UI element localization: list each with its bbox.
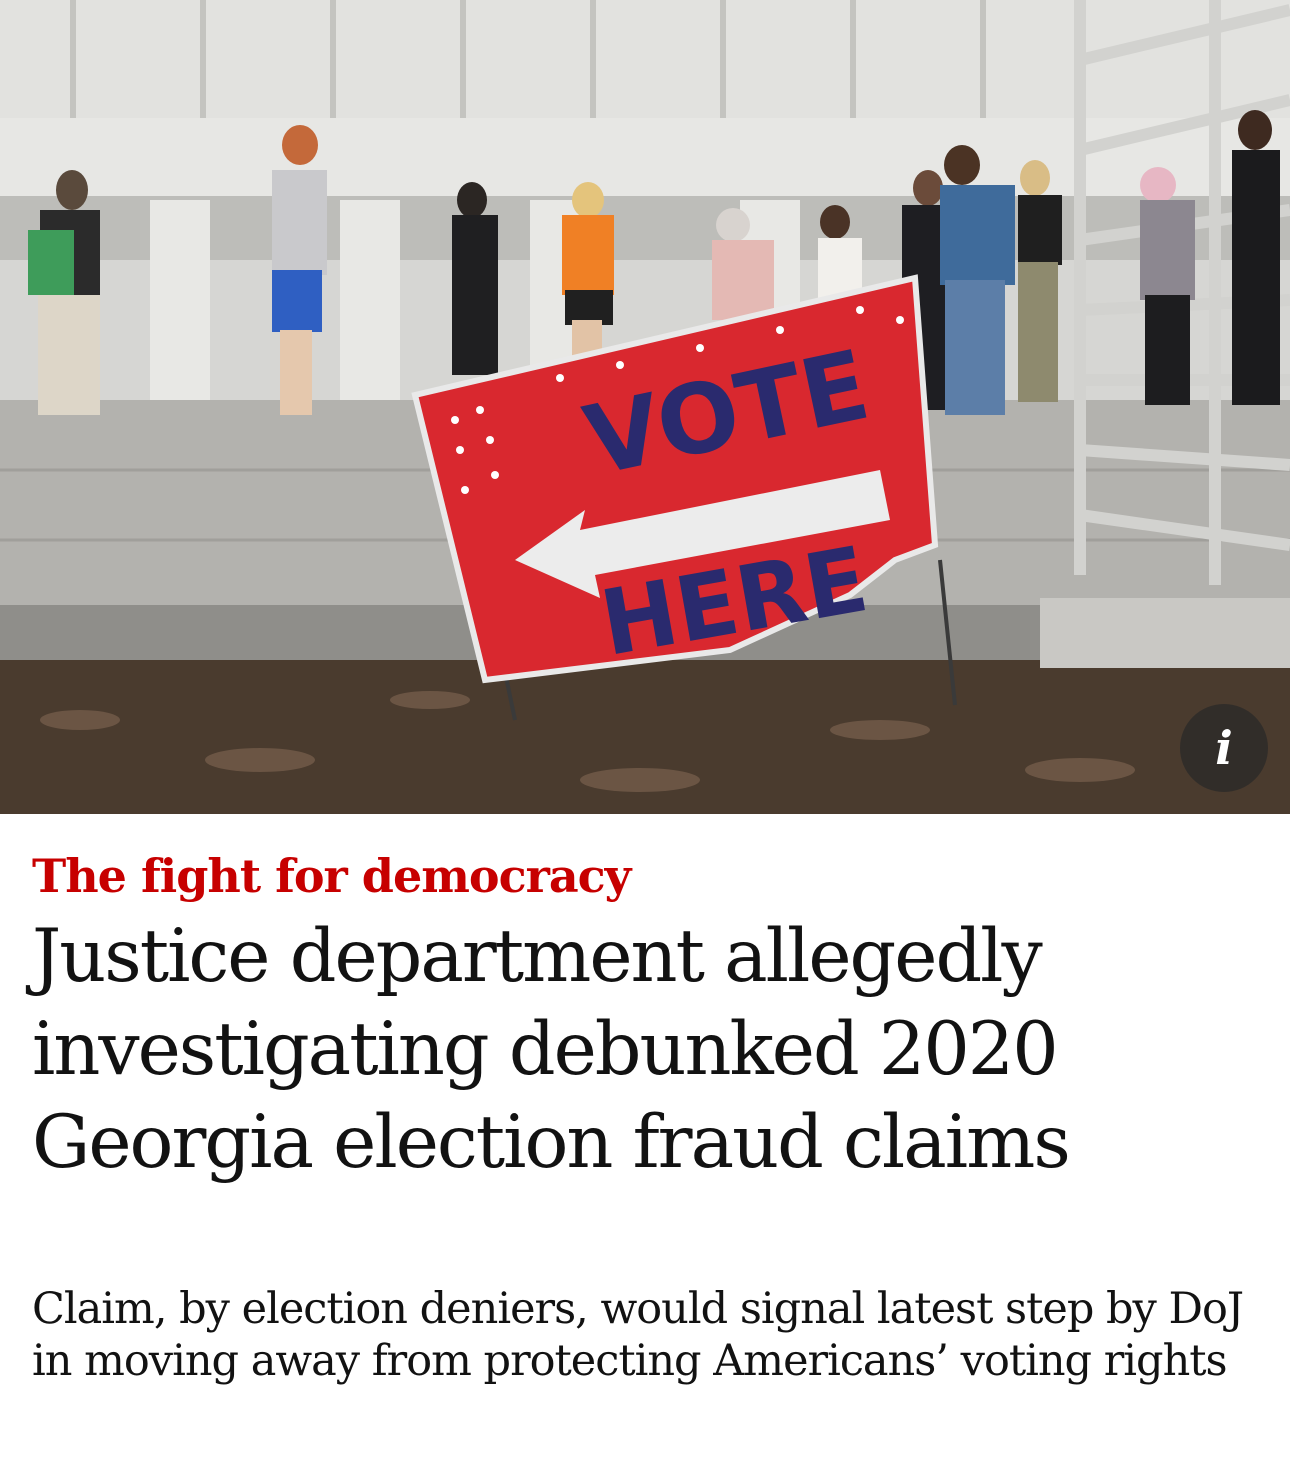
kicker-link[interactable]: The fight for democracy [32,848,1258,904]
standfirst: Claim, by election deniers, would signal… [32,1284,1244,1386]
article-header: The fight for democracy Justice departme… [0,848,1290,1387]
headline: Justice department allegedly investigati… [32,914,1071,1185]
info-icon[interactable]: i [1180,704,1268,792]
info-glyph: i [1215,721,1233,775]
hero-image: VOTE HERE i [0,0,1290,814]
